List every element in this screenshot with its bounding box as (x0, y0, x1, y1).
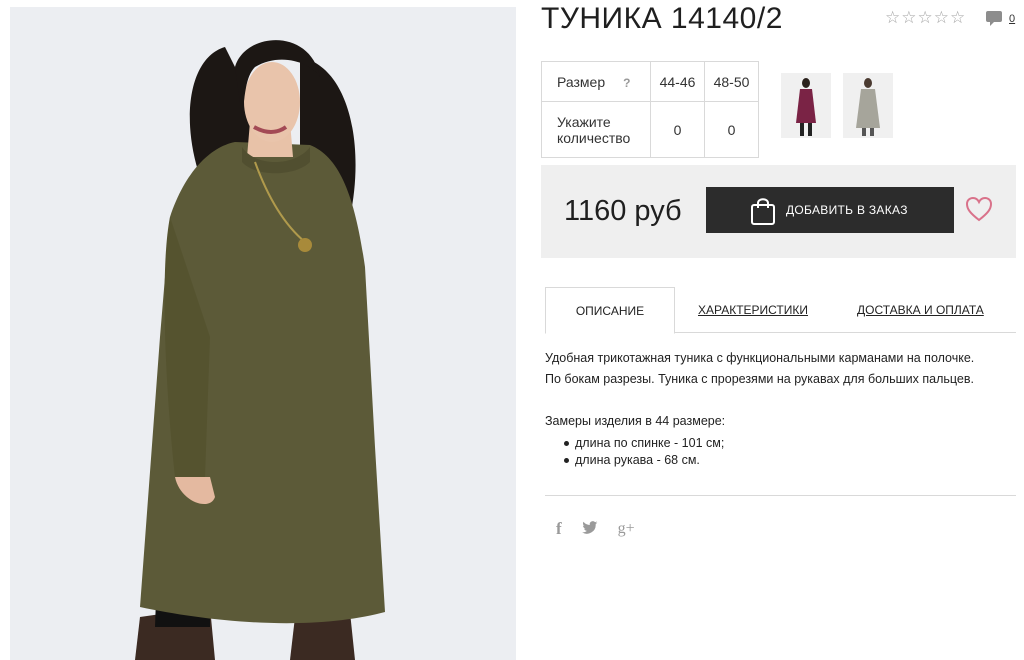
thumbnail-grey[interactable] (843, 73, 893, 138)
measures-title: Замеры изделия в 44 размере: (545, 414, 726, 428)
heart-icon[interactable] (965, 196, 993, 222)
size-help-icon[interactable]: ? (623, 76, 630, 90)
size-option-44-46[interactable]: 44-46 (650, 61, 705, 102)
description-line: Удобная трикотажная туника с функциональ… (545, 351, 975, 365)
size-label: Размер (557, 73, 606, 90)
facebook-icon[interactable]: f (556, 519, 562, 539)
product-tabs: ОПИСАНИЕ ХАРАКТЕРИСТИКИ ДОСТАВКА И ОПЛАТ… (545, 287, 1016, 334)
google-plus-icon[interactable]: g+ (618, 520, 635, 538)
comments-count[interactable]: 0 (1009, 13, 1015, 25)
add-to-order-label: ДОБАВИТЬ В ЗАКАЗ (786, 203, 908, 217)
twitter-icon[interactable] (581, 521, 598, 537)
measures-list: длина по спинке - 101 см; длина рукава -… (545, 435, 725, 469)
size-option-48-50[interactable]: 48-50 (704, 61, 759, 102)
thumbnail-burgundy[interactable] (781, 73, 831, 138)
comment-bubble-icon (986, 11, 1002, 26)
rating-stars-icon[interactable]: ☆☆☆☆☆ (885, 8, 966, 28)
tab-description[interactable]: ОПИСАНИЕ (545, 287, 675, 334)
buy-box: 1160 руб ДОБАВИТЬ В ЗАКАЗ (541, 165, 1016, 258)
tab-delivery-payment[interactable]: ДОСТАВКА И ОПЛАТА (857, 287, 984, 333)
list-item: длина по спинке - 101 см; (563, 436, 725, 450)
share-bar: f g+ (556, 519, 635, 539)
product-price: 1160 руб (564, 195, 682, 227)
measures-block: Замеры изделия в 44 размере: длина по сп… (545, 413, 725, 469)
quantity-input-48-50[interactable]: 0 (704, 101, 759, 158)
list-item: длина рукава - 68 см. (563, 452, 725, 469)
quantity-label: Укажите количество (541, 101, 651, 158)
quantity-input-44-46[interactable]: 0 (650, 101, 705, 158)
tab-characteristics[interactable]: ХАРАКТЕРИСТИКИ (698, 287, 808, 333)
shopping-bag-icon (751, 198, 775, 225)
product-main-photo[interactable] (10, 7, 516, 660)
divider (545, 495, 1016, 496)
comments-link[interactable]: 0 (985, 10, 1015, 27)
product-title: ТУНИКА 14140/2 (541, 2, 783, 35)
description-line: По бокам разрезы. Туника с прорезями на … (545, 372, 974, 386)
size-quantity-table: Размер? 44-46 48-50 Укажите количество 0… (541, 61, 759, 158)
description-text: Удобная трикотажная туника с функциональ… (545, 348, 1015, 390)
add-to-order-button[interactable]: ДОБАВИТЬ В ЗАКАЗ (706, 187, 954, 233)
